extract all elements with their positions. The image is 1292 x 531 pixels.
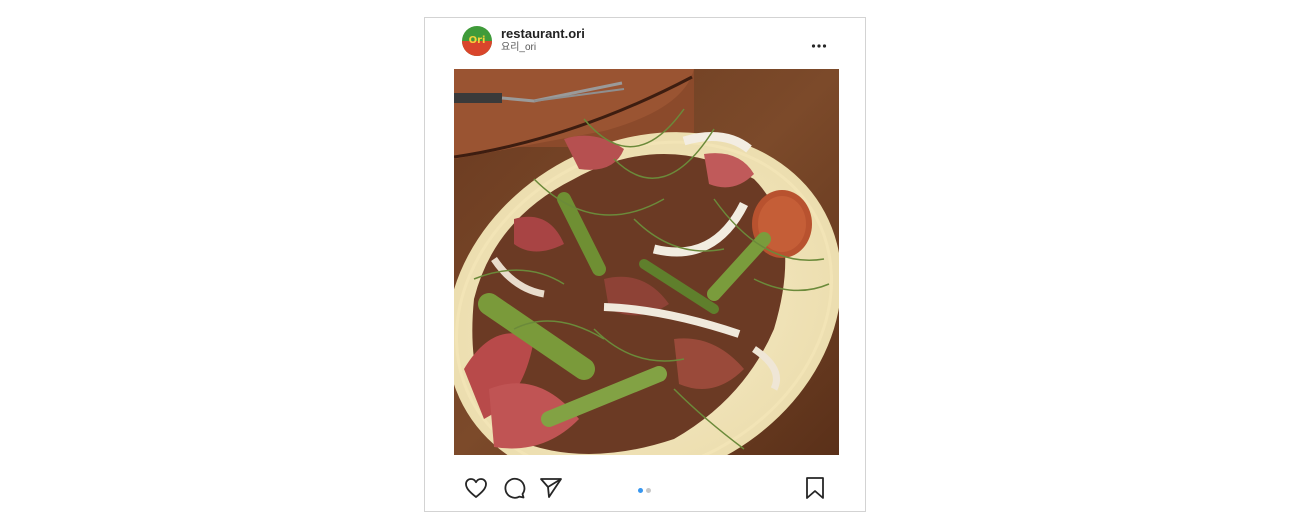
post-photo[interactable] [454, 69, 839, 455]
more-options-icon[interactable] [811, 36, 827, 48]
heart-icon[interactable] [463, 475, 489, 501]
avatar-logo-text: Ori [468, 35, 486, 46]
post-username[interactable]: restaurant.ori [501, 26, 585, 42]
send-icon[interactable] [538, 475, 564, 501]
post-subtitle: 요리_ori [501, 42, 537, 53]
comment-icon[interactable] [501, 475, 527, 501]
carousel-dot [646, 488, 651, 493]
post-card: Ori restaurant.ori 요리_ori [424, 17, 866, 512]
carousel-indicator [638, 488, 654, 494]
post-actions-bar [425, 473, 865, 507]
bookmark-icon[interactable] [802, 475, 828, 501]
post-header: Ori restaurant.ori 요리_ori [425, 18, 865, 68]
avatar[interactable]: Ori [462, 26, 492, 56]
carousel-dot-active [638, 488, 643, 493]
